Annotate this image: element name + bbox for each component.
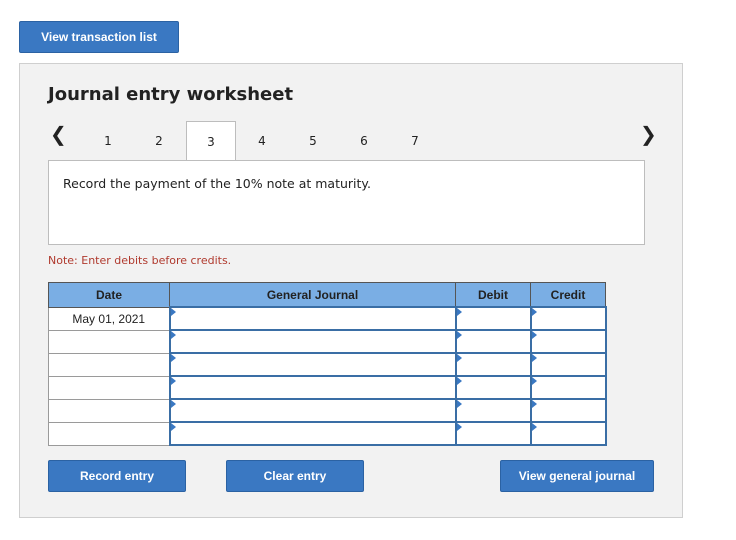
credit-input[interactable] [529,329,607,354]
dropdown-marker-icon [456,400,462,408]
dropdown-marker-icon [531,354,537,362]
view-general-journal-button[interactable]: View general journal [500,460,654,492]
credit-input[interactable] [529,398,607,423]
clear-entry-button[interactable]: Clear entry [226,460,364,492]
credit-input[interactable] [529,375,607,400]
debit-input[interactable] [454,375,532,400]
credit-input[interactable] [529,352,607,377]
dropdown-marker-icon [456,423,462,431]
dropdown-marker-icon [170,423,176,431]
table-row [48,398,607,423]
debit-input[interactable] [454,421,532,446]
header-debit: Debit [455,282,531,308]
instruction-box: Record the payment of the 10% note at ma… [48,160,645,245]
dropdown-marker-icon [170,354,176,362]
dropdown-marker-icon [170,331,176,339]
dropdown-marker-icon [531,400,537,408]
tab-4[interactable]: 4 [237,122,287,160]
dropdown-marker-icon [456,331,462,339]
table-row [48,375,607,400]
date-cell[interactable] [48,329,170,354]
worksheet-title: Journal entry worksheet [48,84,294,105]
table-row: May 01, 2021 [48,306,607,331]
tab-1[interactable]: 1 [83,122,133,160]
dropdown-marker-icon [170,377,176,385]
table-row [48,421,607,446]
dropdown-marker-icon [531,377,537,385]
tab-3[interactable]: 3 [186,121,236,161]
view-transaction-list-button[interactable]: View transaction list [19,21,179,53]
journal-table: Date General Journal Debit Credit May 01… [48,282,607,446]
tab-5[interactable]: 5 [288,122,338,160]
record-entry-button[interactable]: Record entry [48,460,186,492]
tab-7[interactable]: 7 [390,122,440,160]
dropdown-marker-icon [170,308,176,316]
debit-input[interactable] [454,398,532,423]
account-input[interactable] [168,352,457,377]
dropdown-marker-icon [456,308,462,316]
instruction-text: Record the payment of the 10% note at ma… [63,176,372,191]
dropdown-marker-icon [531,308,537,316]
chevron-right-icon[interactable]: ❯ [640,122,657,146]
tab-6[interactable]: 6 [339,122,389,160]
dropdown-marker-icon [170,400,176,408]
account-input[interactable] [168,306,457,331]
header-general-journal: General Journal [169,282,456,308]
chevron-left-icon[interactable]: ❮ [50,122,67,146]
header-date: Date [48,282,170,308]
debit-input[interactable] [454,306,532,331]
debit-credit-note: Note: Enter debits before credits. [48,254,232,267]
date-cell[interactable] [48,398,170,423]
date-cell[interactable] [48,352,170,377]
date-cell[interactable] [48,421,170,446]
dropdown-marker-icon [531,423,537,431]
tab-2[interactable]: 2 [134,122,184,160]
debit-input[interactable] [454,352,532,377]
dropdown-marker-icon [531,331,537,339]
date-cell[interactable] [48,375,170,400]
table-row [48,352,607,377]
account-input[interactable] [168,375,457,400]
debit-input[interactable] [454,329,532,354]
header-credit: Credit [530,282,606,308]
date-cell[interactable]: May 01, 2021 [48,306,170,331]
account-input[interactable] [168,421,457,446]
account-input[interactable] [168,329,457,354]
dropdown-marker-icon [456,377,462,385]
account-input[interactable] [168,398,457,423]
table-row [48,329,607,354]
credit-input[interactable] [529,421,607,446]
credit-input[interactable] [529,306,607,331]
journal-entry-panel: Journal entry worksheet ❮ 1 2 3 4 5 6 7 … [19,63,683,518]
dropdown-marker-icon [456,354,462,362]
